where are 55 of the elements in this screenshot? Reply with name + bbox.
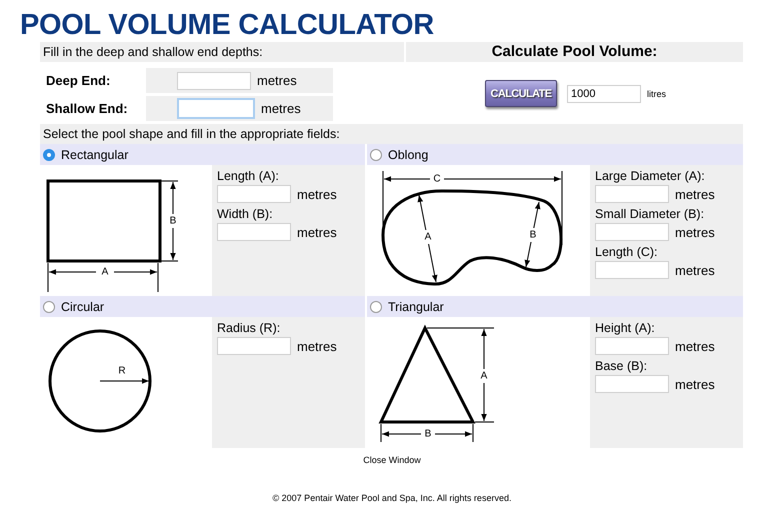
input-field[interactable] (595, 185, 669, 203)
instruction-text: Select the pool shape and fill in the appropriate fields: (40, 124, 743, 144)
input-field[interactable]: 1000 (567, 84, 641, 102)
field-label: Radius (R): (217, 321, 282, 336)
input-field[interactable] (177, 98, 255, 119)
dimension-label: A (480, 370, 488, 382)
dimension-label: C (433, 174, 441, 184)
dimension-label: A (102, 266, 108, 278)
close-window-link[interactable]: Close Window (363, 455, 421, 465)
field-label: Small Diameter (B): (595, 207, 706, 222)
radio-button[interactable] (43, 300, 55, 312)
radio-button[interactable] (370, 300, 382, 312)
dimension-label: B (530, 230, 536, 240)
field-label: Shallow End: (45, 100, 129, 118)
dimension-label: A (424, 232, 432, 242)
unit-label: metres (675, 262, 715, 278)
field-label: Length (A): (217, 169, 280, 184)
input-field[interactable] (217, 185, 291, 203)
unit-label: metres (675, 224, 715, 240)
unit-label: litres (647, 88, 666, 98)
shape-label: Rectangular (61, 148, 128, 162)
unit-label: metres (675, 186, 715, 202)
unit-label: metres (297, 186, 337, 202)
unit-label: metres (257, 73, 297, 88)
dimension-label: B (170, 216, 176, 226)
dimension-label: B (424, 428, 432, 440)
input-field[interactable] (595, 337, 669, 355)
input-field[interactable] (595, 223, 669, 241)
section-heading: Calculate Pool Volume: (406, 42, 743, 62)
input-field[interactable] (595, 375, 669, 393)
shape-label: Oblong (388, 148, 428, 162)
input-field[interactable] (177, 72, 251, 90)
dimension-label: R (118, 366, 126, 376)
copyright-text: © 2007 Pentair Water Pool and Spa, Inc. All rights reserved. (272, 493, 512, 503)
instruction-text: Fill in the deep and shallow end depths: (40, 42, 404, 62)
shape-label: Triangular (388, 300, 444, 314)
input-field[interactable] (595, 261, 669, 279)
field-label: Large Diameter (A): (595, 169, 706, 184)
field-label: Height (A): (595, 321, 656, 336)
field-label: Base (B): (595, 359, 648, 374)
field-label: Width (B): (217, 207, 274, 222)
calculate-button[interactable]: CALCULATE (485, 80, 557, 107)
input-field[interactable] (217, 337, 291, 355)
page-title: POOL VOLUME CALCULATOR (20, 8, 434, 42)
shape-label: Circular (61, 300, 104, 314)
unit-label: metres (675, 338, 715, 354)
unit-label: metres (675, 376, 715, 392)
radio-button[interactable] (43, 148, 55, 160)
unit-label: metres (297, 338, 337, 354)
input-field[interactable] (217, 223, 291, 241)
unit-label: metres (297, 224, 337, 240)
radio-button[interactable] (370, 148, 382, 160)
unit-label: metres (261, 101, 301, 116)
field-label: Length (C): (595, 245, 659, 260)
field-label: Deep End: (45, 72, 112, 90)
